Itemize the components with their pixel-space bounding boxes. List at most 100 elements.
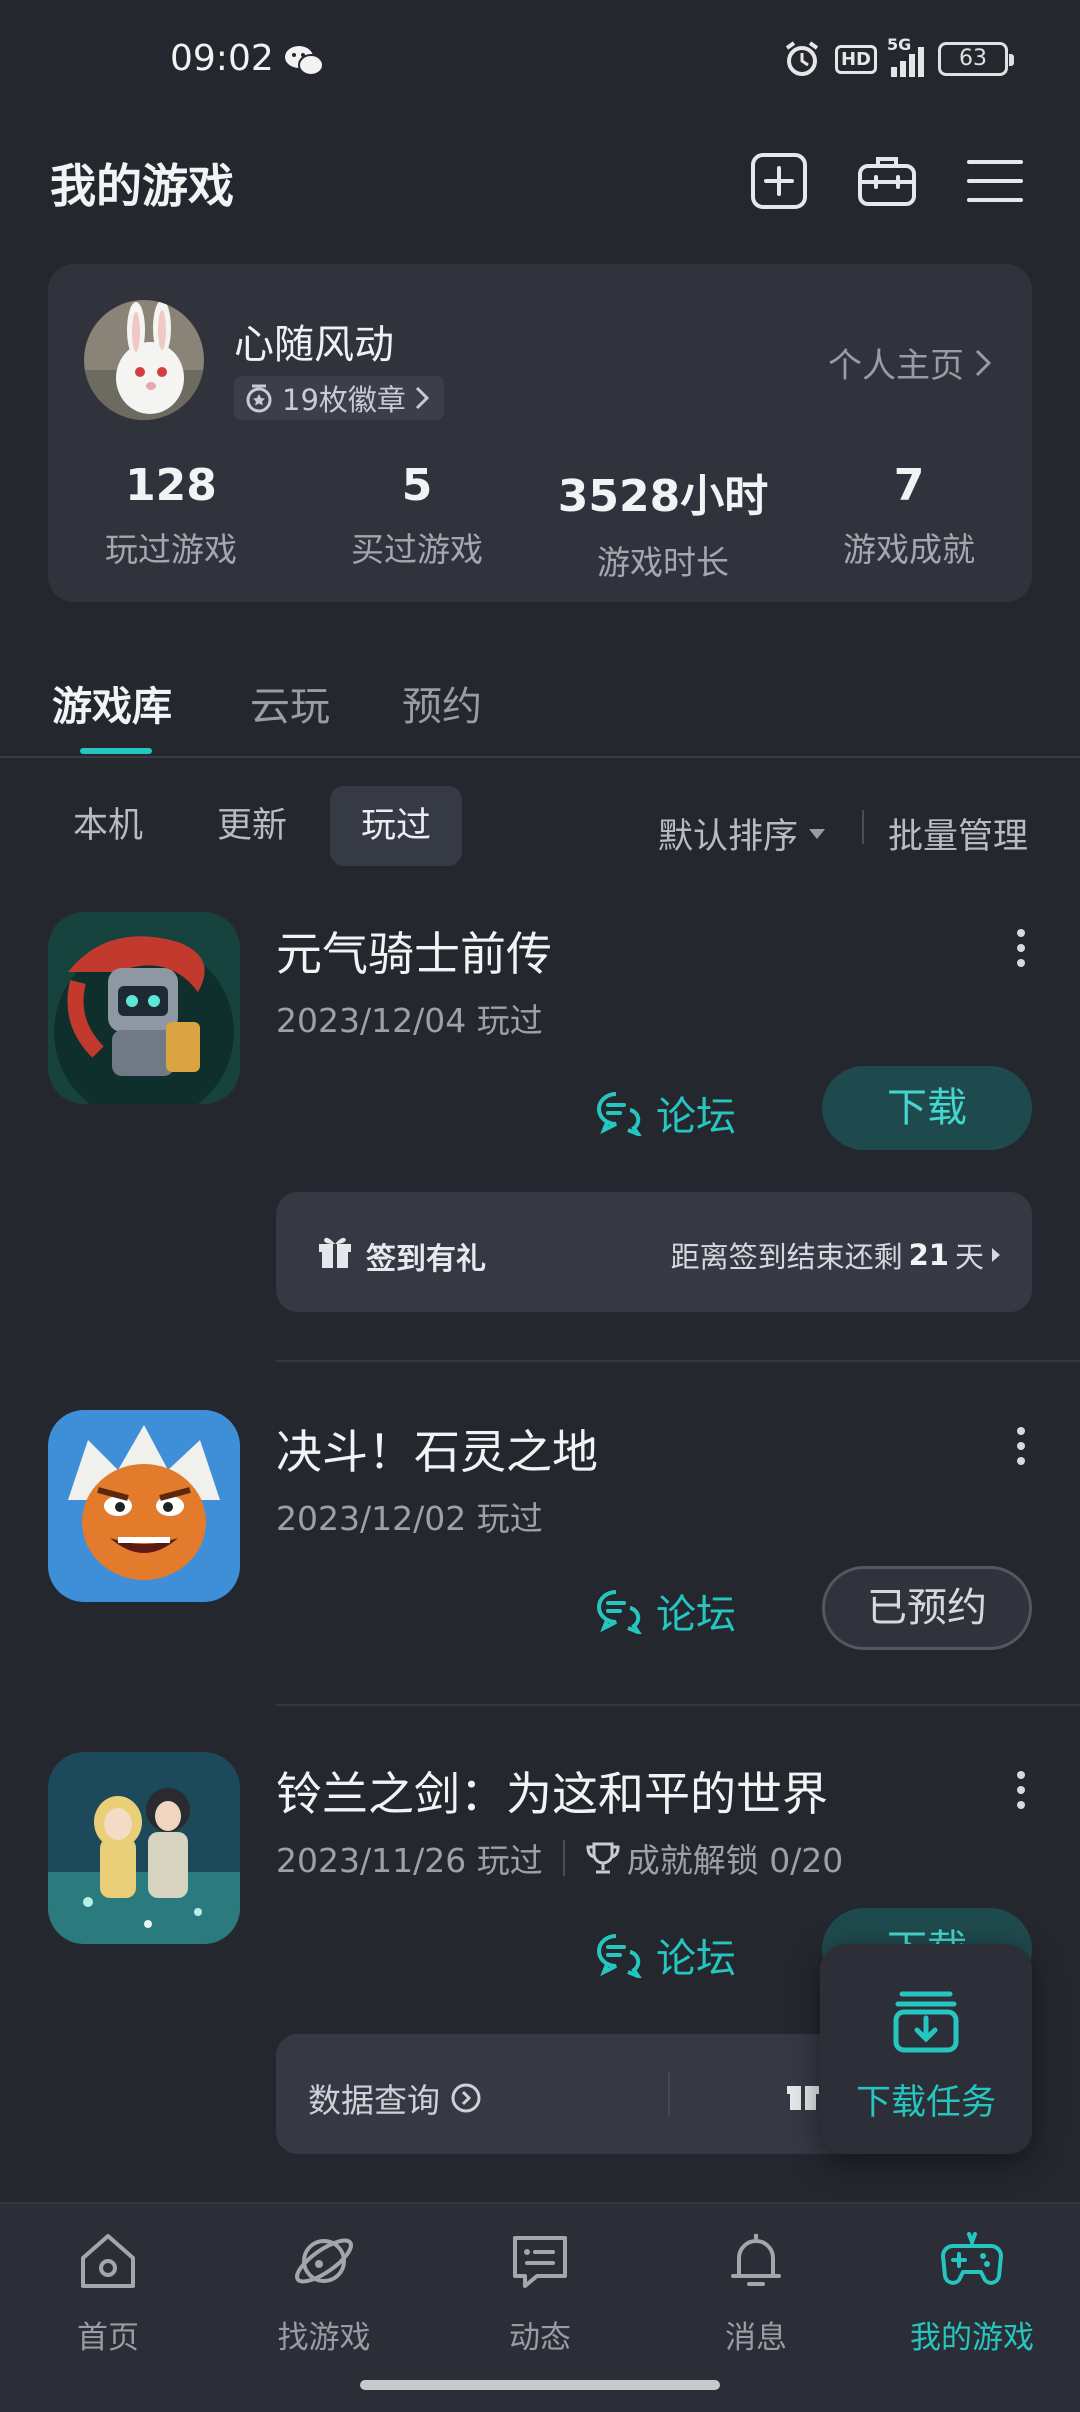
game-name[interactable]: 铃兰之剑：为这和平的世界 — [276, 1758, 828, 1824]
menu-icon[interactable] — [964, 150, 1026, 212]
nav-home[interactable]: 首页 — [0, 2228, 216, 2357]
forum-button[interactable]: 论坛 — [596, 1084, 736, 1142]
filter-local[interactable]: 本机 — [48, 786, 168, 866]
toolbox-icon[interactable] — [856, 150, 918, 212]
game-meta: 2023/11/26 玩过 成就解锁 0/20 — [276, 1834, 843, 1882]
game-icon-duel-stone[interactable] — [48, 1410, 240, 1602]
game-icon-soul-knight[interactable] — [48, 912, 240, 1104]
tab-divider — [0, 756, 1080, 758]
nav-label: 我的游戏 — [910, 2320, 1034, 2356]
forum-button[interactable]: 论坛 — [596, 1582, 736, 1640]
banner-separator — [668, 2072, 670, 2116]
forum-label: 论坛 — [656, 1094, 736, 1140]
download-button[interactable]: 下载 — [822, 1066, 1032, 1150]
stat-achievements[interactable]: 7 游戏成就 — [786, 460, 1032, 571]
homepage-label: 个人主页 — [828, 346, 964, 386]
stat-label: 游戏成就 — [843, 530, 975, 569]
network-type: 5G — [887, 35, 912, 54]
filter-separator — [862, 810, 864, 844]
game-name[interactable]: 元气骑士前传 — [276, 918, 552, 984]
nav-label: 动态 — [509, 2320, 571, 2356]
achievement-progress[interactable]: 成就解锁 0/20 — [585, 1834, 843, 1882]
forum-icon — [597, 1934, 642, 1978]
checkin-label: 签到有礼 — [366, 1242, 486, 1277]
profile-card: 心随风动 19枚徽章 个人主页 128 玩过游戏 5 买过游戏 3528小时 游… — [48, 264, 1032, 602]
more-options-icon[interactable] — [1016, 1770, 1026, 1810]
download-tray-icon — [893, 1991, 959, 2053]
caret-right-icon — [992, 1248, 1000, 1262]
stat-played[interactable]: 128 玩过游戏 — [48, 460, 294, 571]
stat-value: 3528小时 — [557, 471, 769, 522]
game-icon-sword-of-convallaria[interactable] — [48, 1752, 240, 1944]
tab-reservation[interactable]: 预约 — [402, 674, 482, 732]
gift-icon — [787, 2086, 819, 2110]
gamepad-icon — [941, 2232, 1003, 2285]
game-played-date: 2023/11/26 玩过 — [276, 1841, 543, 1880]
badge-link[interactable]: 19枚徽章 — [234, 376, 444, 420]
meta-separator — [562, 1840, 565, 1876]
countdown-prefix: 距离签到结束还剩 — [670, 1240, 903, 1274]
avatar[interactable] — [84, 300, 204, 420]
nav-label: 首页 — [77, 2320, 139, 2356]
stat-playtime[interactable]: 3528小时 游戏时长 — [540, 460, 786, 584]
forum-label: 论坛 — [656, 1936, 736, 1982]
nav-label: 找游戏 — [277, 2320, 371, 2356]
page-title: 我的游戏 — [50, 159, 234, 213]
planet-icon — [295, 2238, 353, 2284]
gift-icon — [319, 1237, 351, 1268]
forum-button[interactable]: 论坛 — [596, 1926, 736, 1984]
home-icon — [81, 2234, 135, 2288]
home-indicator[interactable] — [360, 2380, 720, 2390]
nav-discover[interactable]: 找游戏 — [216, 2228, 432, 2357]
batch-manage-button[interactable]: 批量管理 — [888, 808, 1028, 859]
add-icon[interactable] — [748, 150, 810, 212]
chevron-right-icon — [415, 386, 430, 410]
filter-update[interactable]: 更新 — [192, 786, 312, 866]
stat-value: 7 — [893, 460, 925, 511]
status-bar: 09:02 HD 5G 63 — [0, 0, 1080, 120]
sort-dropdown[interactable]: 默认排序 — [658, 808, 826, 859]
tab-library[interactable]: 游戏库 — [52, 674, 172, 732]
hd-icon: HD — [834, 44, 877, 74]
caret-down-icon — [809, 828, 826, 839]
download-tasks-label: 下载任务 — [855, 2083, 996, 2123]
filter-played[interactable]: 玩过 — [330, 786, 462, 866]
battery-indicator: 63 — [938, 42, 1014, 76]
status-icons: HD 5G 63 — [783, 35, 1014, 78]
countdown-suffix: 天 — [954, 1240, 984, 1274]
game-played-date: 2023/12/02 玩过 — [276, 1499, 543, 1538]
forum-icon — [597, 1590, 642, 1634]
reserved-button[interactable]: 已预约 — [822, 1566, 1032, 1650]
status-time: 09:02 — [170, 38, 274, 79]
wechat-icon — [285, 46, 324, 76]
nav-messages[interactable]: 消息 — [648, 2228, 864, 2357]
homepage-link[interactable]: 个人主页 — [828, 338, 992, 387]
chat-icon — [513, 2236, 567, 2288]
stat-label: 买过游戏 — [351, 530, 483, 569]
more-options-icon[interactable] — [1016, 928, 1026, 968]
row-divider — [276, 1360, 1080, 1362]
stat-bought[interactable]: 5 买过游戏 — [294, 460, 540, 571]
stat-value: 5 — [401, 460, 433, 511]
bell-icon — [731, 2234, 781, 2286]
badge-count: 19枚徽章 — [282, 383, 406, 417]
chevron-right-icon — [975, 349, 992, 376]
forum-label: 论坛 — [656, 1592, 736, 1638]
nav-feed[interactable]: 动态 — [432, 2228, 648, 2357]
data-query-label: 数据查询 — [308, 2081, 440, 2120]
tab-cloud-play[interactable]: 云玩 — [250, 674, 330, 732]
trophy-icon — [586, 1842, 620, 1874]
game-name[interactable]: 决斗！石灵之地 — [276, 1416, 598, 1482]
more-options-icon[interactable] — [1016, 1426, 1026, 1466]
circle-arrow-right-icon — [451, 2083, 481, 2113]
signal-icon: 5G — [887, 35, 924, 77]
forum-icon — [597, 1092, 642, 1136]
checkin-banner[interactable]: 签到有礼 距离签到结束还剩 21 天 — [276, 1192, 1032, 1312]
download-tasks-button[interactable]: 下载任务 — [820, 1944, 1032, 2154]
data-query-link[interactable]: 数据查询 — [308, 2074, 482, 2122]
nav-my-games[interactable]: 我的游戏 — [864, 2228, 1080, 2357]
game-played-date: 2023/12/04 玩过 — [276, 1001, 543, 1040]
row-divider — [276, 1704, 1080, 1706]
alarm-icon — [785, 41, 819, 76]
stat-label: 玩过游戏 — [105, 530, 237, 569]
